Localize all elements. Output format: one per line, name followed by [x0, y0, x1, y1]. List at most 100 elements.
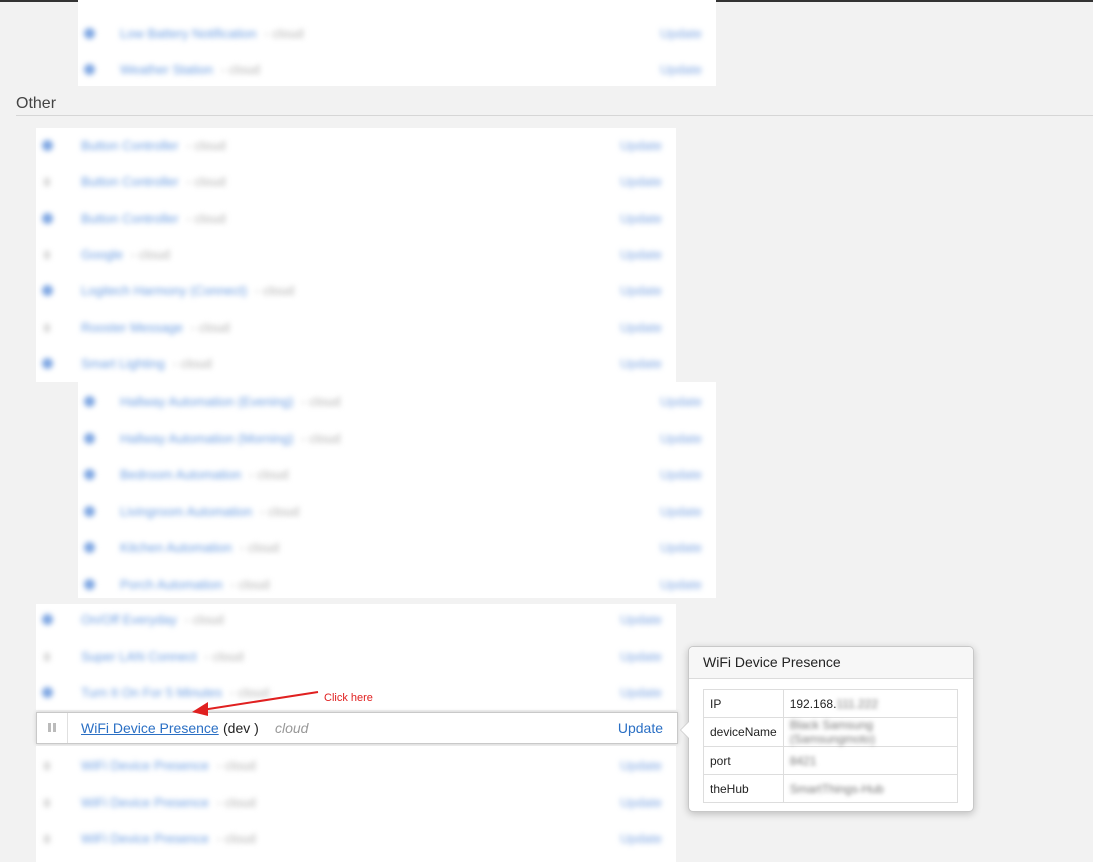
- smartapp-name[interactable]: Kitchen Automation - cloud: [120, 540, 279, 555]
- smartapp-row: Hallway Automation (Morning) - cloud Updat…: [78, 421, 716, 457]
- drag-handle-icon: [44, 652, 50, 661]
- smartapp-location: - cloud: [240, 540, 280, 555]
- update-link[interactable]: Update: [620, 320, 662, 335]
- smartapp-row: WiFi Device Presence - cloud Update: [36, 821, 676, 857]
- property-value: SmartThings-Hub: [782, 774, 959, 803]
- smartapp-location: - cloud: [216, 831, 256, 846]
- property-row: IP 192.168.111.222: [703, 689, 959, 718]
- smartapp-location: - cloud: [130, 246, 170, 262]
- app-icon: [42, 687, 53, 698]
- smartapp-name[interactable]: Weather Station - cloud: [120, 62, 260, 77]
- app-icon: [84, 469, 95, 480]
- app-icon: [42, 357, 53, 369]
- update-link[interactable]: Update: [620, 685, 662, 700]
- bottom-list: WiFi Device Presence - cloud Update WiFi De…: [36, 746, 676, 862]
- update-link[interactable]: Update: [620, 138, 662, 153]
- property-key: theHub: [703, 774, 784, 803]
- update-link[interactable]: Update: [618, 720, 663, 736]
- smartapp-name[interactable]: Hallway Automation (Morning) - cloud: [120, 431, 340, 446]
- update-link[interactable]: Update: [660, 62, 702, 77]
- device-popover: WiFi Device Presence IP 192.168.111.222 de…: [680, 646, 974, 812]
- smartapp-row: Google - cloud Update: [36, 237, 676, 273]
- smartapp-name[interactable]: Livingroom Automation - cloud: [120, 504, 299, 519]
- redacted-value: SmartThings-Hub: [789, 781, 884, 796]
- smartapp-row: Button Controller - cloud Update: [36, 164, 676, 200]
- annotation-label: Click here: [324, 692, 373, 704]
- annotation-arrow-icon: [192, 691, 319, 716]
- update-link[interactable]: Update: [620, 649, 662, 664]
- smartapp-row: Smart Lighting - cloud Update: [36, 346, 676, 382]
- smartapp-location: - cloud: [230, 576, 270, 592]
- smartapp-row: Super LAN Connect - cloud Update: [36, 639, 676, 675]
- app-icon: [84, 542, 95, 553]
- update-link[interactable]: Update: [620, 174, 662, 189]
- smartapp-location: - cloud: [190, 319, 230, 335]
- update-link[interactable]: Update: [660, 540, 702, 555]
- update-link[interactable]: Update: [620, 612, 662, 627]
- smartapp-row: Bedroom Automation - cloud Update: [78, 457, 716, 493]
- smartapp-name[interactable]: Hallway Automation (Evening) - cloud: [120, 394, 340, 409]
- smartapp-location: - cloud: [249, 467, 289, 482]
- update-link[interactable]: Update: [620, 795, 662, 810]
- update-link[interactable]: Update: [660, 431, 702, 446]
- section-divider: [16, 115, 1093, 116]
- smartapp-name[interactable]: Rooster Message - cloud: [81, 320, 230, 335]
- update-link[interactable]: Update: [660, 577, 702, 592]
- smartapp-name[interactable]: Bedroom Automation - cloud: [120, 467, 288, 482]
- update-link[interactable]: Update: [660, 467, 702, 482]
- smartapp-row: Button Controller - cloud Update: [36, 201, 676, 237]
- smartapp-name[interactable]: Porch Automation - cloud: [120, 577, 270, 592]
- smartapp-name[interactable]: Smart Lighting - cloud: [81, 356, 212, 371]
- smartapp-row: Rooster Message - cloud Update: [36, 310, 676, 346]
- smartapp-row: Hallway Automation (Evening) - cloud Updat…: [78, 384, 716, 420]
- property-row: theHub SmartThings-Hub: [703, 774, 959, 803]
- smartapp-location: - cloud: [260, 503, 300, 519]
- smartapp-row: Porch Automation - cloud Update: [78, 567, 716, 603]
- redacted-value: 111.222: [836, 696, 879, 711]
- app-icon: [84, 578, 95, 590]
- app-icon: [84, 432, 95, 444]
- smartapp-row: WiFi Device Presence - cloud Update: [36, 785, 676, 821]
- update-link[interactable]: Update: [620, 758, 662, 773]
- update-link[interactable]: Update: [620, 831, 662, 846]
- property-row: port 8421: [703, 746, 959, 775]
- nested-list: Hallway Automation (Evening) - cloud Updat…: [78, 382, 716, 598]
- top-panel: Low Battery Notification - cloud Update Wea…: [78, 0, 716, 86]
- smartapp-location: - cloud: [184, 612, 224, 627]
- smartapp-row: Weather Station - cloud Update: [78, 52, 716, 88]
- smartapp-name[interactable]: Google - cloud: [81, 247, 170, 262]
- update-link[interactable]: Update: [620, 283, 662, 298]
- smartapp-name[interactable]: WiFi Device Presence - cloud: [81, 795, 256, 810]
- drag-handle-icon[interactable]: [37, 713, 68, 743]
- section-title: Other: [16, 95, 57, 112]
- smartapp-name[interactable]: Low Battery Notification - cloud: [120, 26, 304, 41]
- update-link[interactable]: Update: [660, 394, 702, 409]
- smartapp-row: Kitchen Automation - cloud Update: [78, 530, 716, 566]
- smartapp-name[interactable]: Button Controller - cloud: [81, 138, 226, 153]
- update-link[interactable]: Update: [620, 247, 662, 262]
- smartapp-name[interactable]: Button Controller - cloud: [81, 211, 226, 226]
- drag-handle-icon: [44, 178, 50, 187]
- app-icon: [42, 614, 53, 625]
- property-key: deviceName: [703, 717, 784, 747]
- update-link[interactable]: Update: [620, 356, 662, 371]
- smartapp-name[interactable]: Button Controller - cloud: [81, 174, 226, 189]
- app-icon: [84, 396, 95, 407]
- smartapp-name[interactable]: On/Off Everyday - cloud: [81, 612, 224, 627]
- smartapp-name[interactable]: WiFi Device Presence - cloud: [81, 758, 256, 773]
- smartapp-location: - cloud: [216, 794, 256, 810]
- update-link[interactable]: Update: [660, 504, 702, 519]
- smartapp-name[interactable]: Super LAN Connect - cloud: [81, 649, 244, 664]
- app-icon: [84, 505, 95, 517]
- other-panel: Button Controller - cloud Update Button Con…: [36, 128, 676, 382]
- redacted-value: 8421: [789, 753, 817, 768]
- smartapp-name[interactable]: WiFi Device Presence - cloud: [81, 831, 256, 846]
- smartapp-location: - cloud: [186, 210, 226, 226]
- app-icon: [42, 285, 53, 297]
- update-link[interactable]: Update: [660, 26, 702, 41]
- app-icon: [42, 140, 53, 151]
- property-row: deviceName Black Samsung (Samsungmoto): [703, 717, 959, 747]
- smartapp-location: - cloud: [264, 26, 304, 41]
- update-link[interactable]: Update: [620, 211, 662, 226]
- smartapp-name[interactable]: Logitech Harmony (Connect) - cloud: [81, 283, 294, 298]
